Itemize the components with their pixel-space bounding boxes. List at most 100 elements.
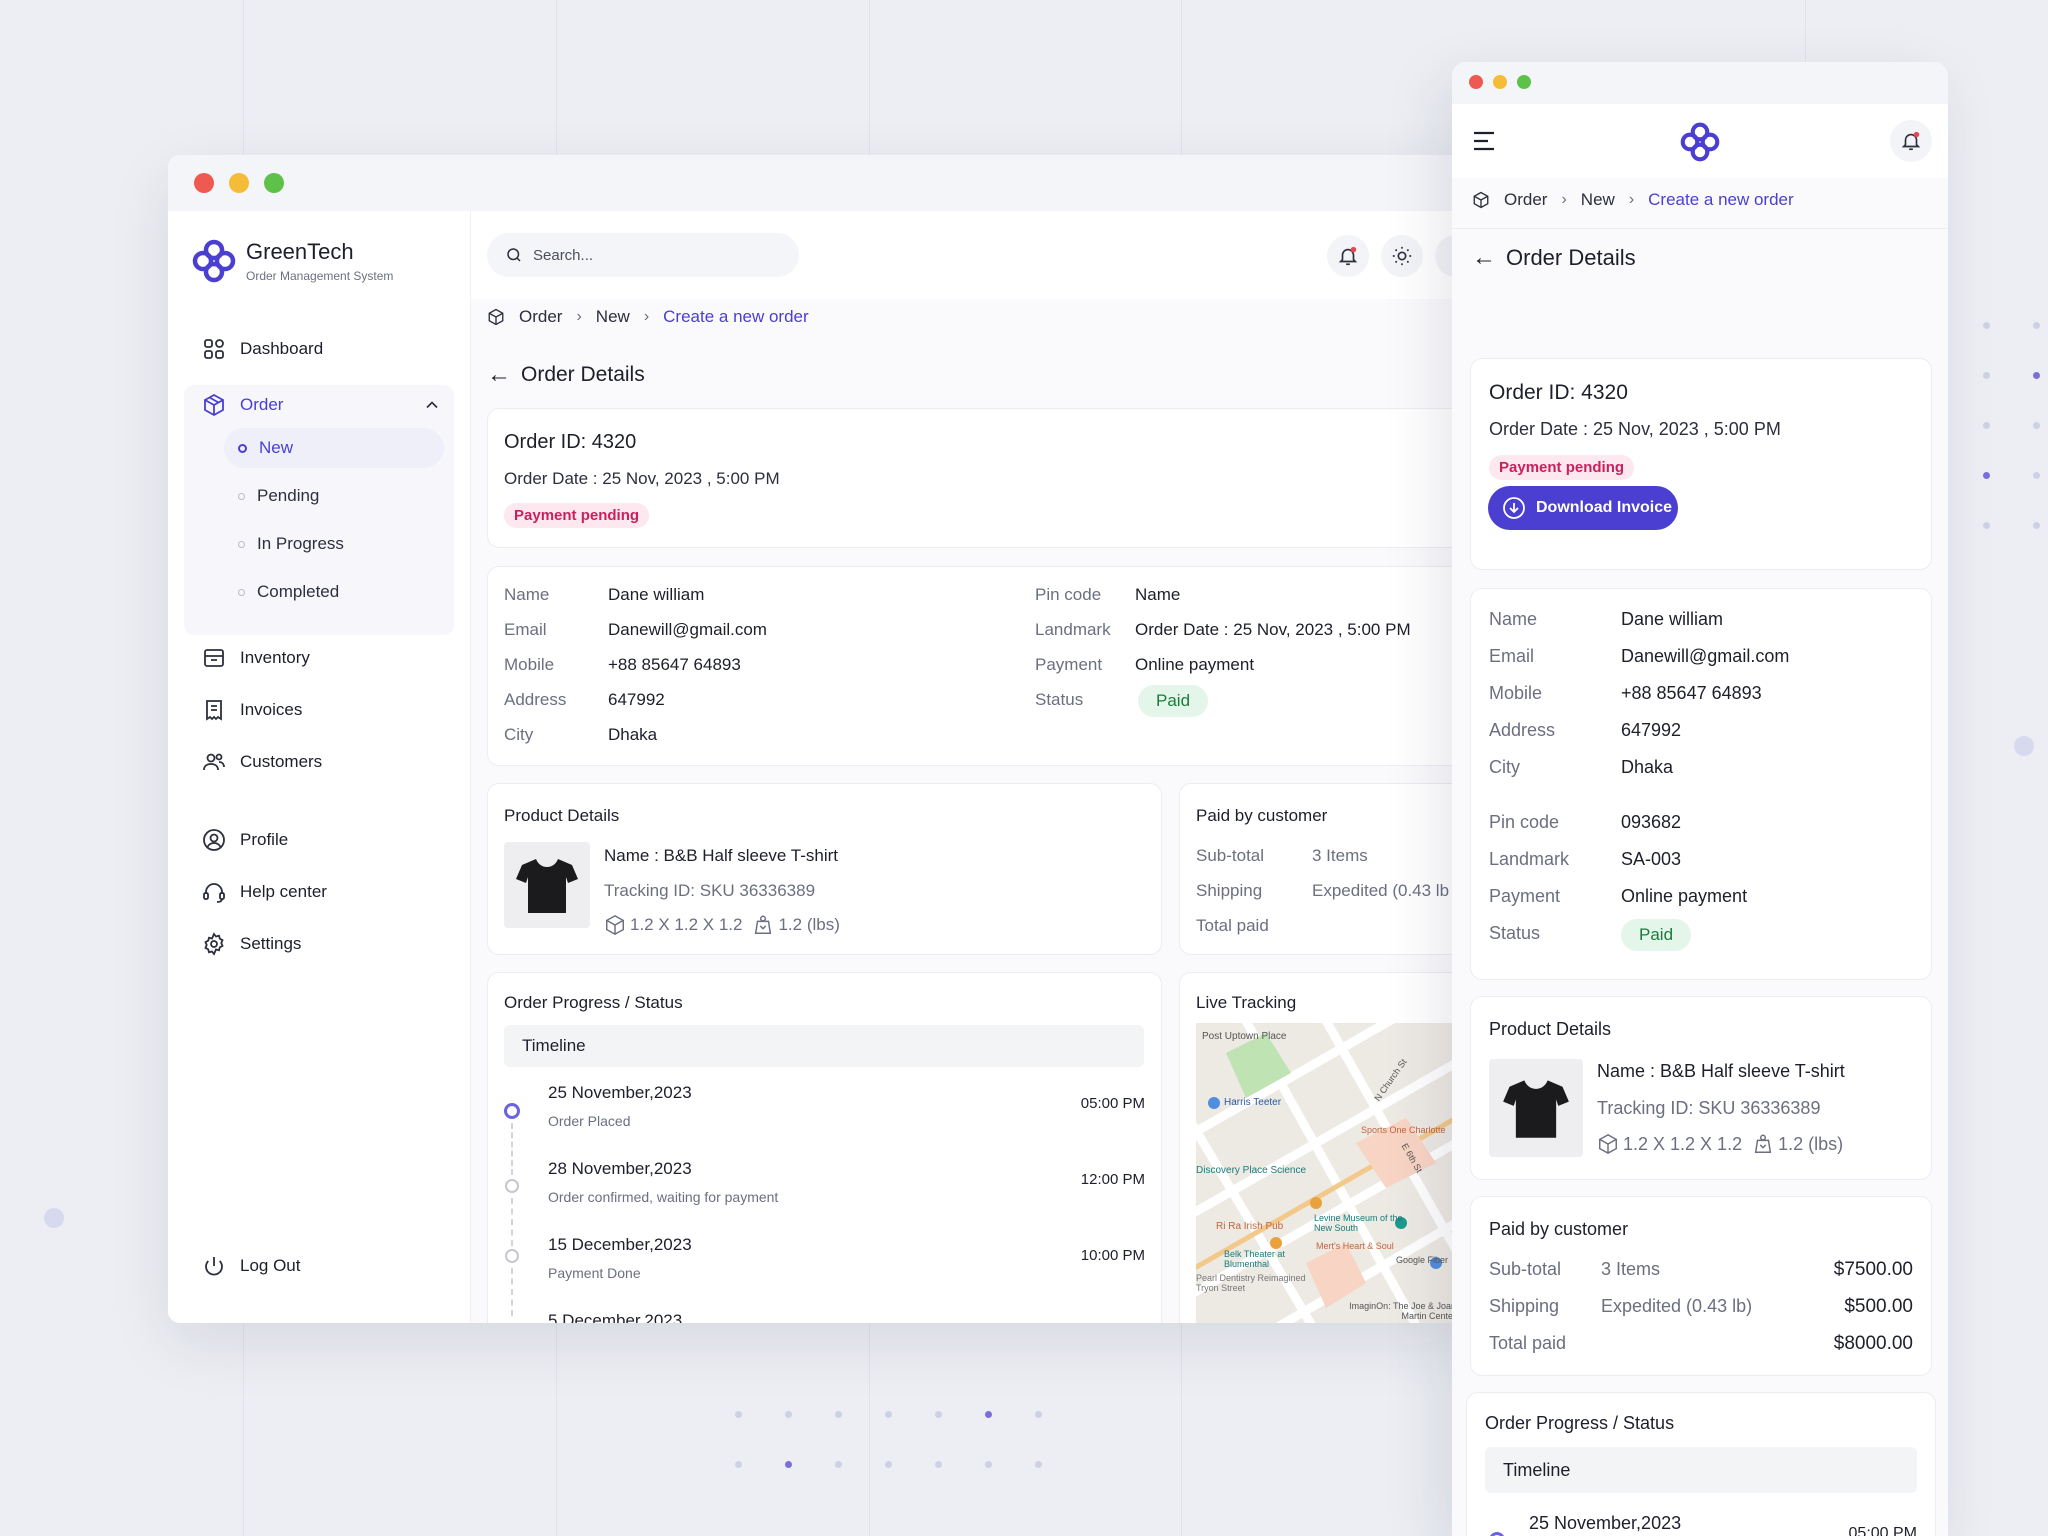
brand-logo-icon[interactable] (192, 239, 236, 288)
shipping-detail: Expedited (0.43 lb (1312, 881, 1450, 900)
sidebar-item-profile[interactable]: Profile (202, 826, 288, 854)
brand-subtitle: Order Management System (246, 269, 394, 283)
sidebar-item-dashboard[interactable]: Dashboard (202, 335, 323, 363)
sidebar-item-help-center[interactable]: Help center (202, 878, 327, 906)
address-label: Address (1489, 720, 1556, 740)
sun-icon (1392, 246, 1412, 266)
order-subitem-new[interactable]: New (224, 428, 444, 468)
product-specs: 1.2 X 1.2 X 1.2 1.2 (lbs) (604, 914, 840, 936)
sidebar-item-label: Customers (240, 752, 323, 771)
page-title: ← Order Details (1472, 244, 1636, 272)
bg-dot (1983, 322, 1990, 329)
notification-button[interactable] (1327, 235, 1369, 277)
bg-dot (1983, 522, 1990, 529)
payment-label: Payment (1035, 655, 1103, 674)
product-weight: 1.2 (lbs) (778, 915, 840, 934)
order-subitem-completed[interactable]: Completed (238, 572, 339, 612)
sidebar-item-invoices[interactable]: Invoices (202, 696, 302, 724)
customers-icon (203, 753, 225, 771)
breadcrumb-order[interactable]: Order (519, 307, 562, 327)
theme-toggle-button[interactable] (1381, 235, 1423, 277)
brand-logo-icon[interactable] (1680, 122, 1720, 162)
payment-status-badge: Payment pending (1489, 455, 1635, 480)
mobile-value: +88 85647 64893 (608, 655, 741, 674)
window-zoom-button[interactable] (1517, 75, 1531, 89)
search-input[interactable]: Search... (487, 233, 799, 277)
chevron-up-icon[interactable] (422, 395, 442, 415)
back-arrow-icon[interactable]: ← (1472, 244, 1496, 272)
order-subitem-pending[interactable]: Pending (238, 476, 319, 516)
breadcrumb-new[interactable]: New (596, 307, 630, 327)
pincode-value: 093682 (1621, 812, 1682, 832)
map-label: Ri Ra Irish Pub (1216, 1221, 1284, 1232)
breadcrumb-order[interactable]: Order (1504, 190, 1547, 210)
timeline-date: 15 December,2023 (548, 1235, 692, 1254)
customer-details-card: Name Dane william Email Danewill@gmail.c… (1470, 588, 1932, 980)
bg-dot (2033, 372, 2040, 379)
sidebar-item-label: Help center (240, 882, 327, 901)
payment-summary-title: Paid by customer (1489, 1219, 1629, 1239)
timeline-desc: Order Placed (548, 1113, 631, 1129)
sidebar-item-order[interactable]: Order (202, 391, 442, 419)
hamburger-menu-icon[interactable] (1472, 130, 1498, 152)
payment-summary-card: Paid by customer Sub-total 3 Items Shipp… (1179, 783, 1478, 955)
sidebar-item-settings[interactable]: Settings (202, 930, 301, 958)
payment-label: Payment (1489, 886, 1561, 906)
back-arrow-icon[interactable]: ← (487, 361, 511, 389)
logout-button[interactable]: Log Out (202, 1252, 301, 1280)
order-subitem-in-progress[interactable]: In Progress (238, 524, 344, 564)
breadcrumb-new[interactable]: New (1581, 190, 1615, 210)
pincode-label: Pin code (1489, 812, 1560, 832)
power-icon (205, 1257, 223, 1276)
sidebar-item-inventory[interactable]: Inventory (202, 644, 310, 672)
bell-icon (1338, 246, 1358, 266)
download-invoice-button[interactable]: Download Invoice (1488, 486, 1678, 530)
order-id: Order ID: 4320 (504, 431, 637, 453)
bg-dot (935, 1411, 942, 1418)
subtotal-label: Sub-total (1489, 1259, 1562, 1279)
product-details-card: Product Details Name : B&B Half sleeve T… (1470, 996, 1932, 1180)
product-thumbnail (1489, 1059, 1583, 1157)
live-tracking-map[interactable]: Post Uptown Place Harris Teeter Sports O… (1196, 1023, 1456, 1323)
notification-button[interactable] (1890, 120, 1932, 162)
order-summary-card: Order ID: 4320 Order Date : 25 Nov, 2023… (1470, 358, 1932, 570)
sidebar-item-label: Profile (240, 830, 289, 849)
mobile-header (1452, 104, 1948, 178)
landmark-label: Landmark (1489, 849, 1570, 869)
city-label: City (504, 725, 534, 744)
bg-dot (2033, 322, 2040, 329)
order-progress-card: Order Progress / Status Timeline 25 Nove… (487, 972, 1162, 1323)
page-title-text: Order Details (521, 363, 645, 386)
mobile-titlebar (1452, 62, 1948, 104)
bg-dot (1035, 1461, 1042, 1468)
sidebar-item-label: Dashboard (240, 339, 324, 358)
window-zoom-button[interactable] (264, 173, 284, 193)
map-label: Mert's Heart & Soul (1316, 1241, 1394, 1251)
bg-dot (735, 1411, 742, 1418)
timeline-desc: Order confirmed, waiting for payment (548, 1189, 779, 1205)
breadcrumb-current[interactable]: Create a new order (1648, 190, 1794, 210)
name-value: Dane william (608, 585, 705, 604)
window-close-button[interactable] (194, 173, 214, 193)
weight-icon (1754, 1134, 1772, 1153)
bg-dot (2033, 522, 2040, 529)
window-titlebar (168, 155, 1478, 211)
product-name: Name : B&B Half sleeve T-shirt (1597, 1061, 1845, 1081)
progress-title: Order Progress / Status (1485, 1413, 1675, 1433)
landmark-value: SA-003 (1621, 849, 1682, 869)
window-minimize-button[interactable] (1493, 75, 1507, 89)
bullet-icon (238, 540, 245, 548)
bg-dot (885, 1411, 892, 1418)
product-specs: 1.2 X 1.2 X 1.2 1.2 (lbs) (1597, 1133, 1843, 1155)
pincode-value: Name (1135, 585, 1181, 604)
breadcrumb-current[interactable]: Create a new order (663, 307, 809, 327)
window-minimize-button[interactable] (229, 173, 249, 193)
status-paid-badge: Paid (1621, 919, 1692, 951)
package-icon (606, 914, 624, 936)
bullet-icon (238, 588, 245, 596)
window-close-button[interactable] (1469, 75, 1483, 89)
profile-icon (203, 829, 225, 851)
address-value: 647992 (608, 690, 665, 709)
mobile-content: Order › New › Create a new order ← Order… (1452, 104, 1948, 1536)
sidebar-item-customers[interactable]: Customers (202, 748, 322, 776)
